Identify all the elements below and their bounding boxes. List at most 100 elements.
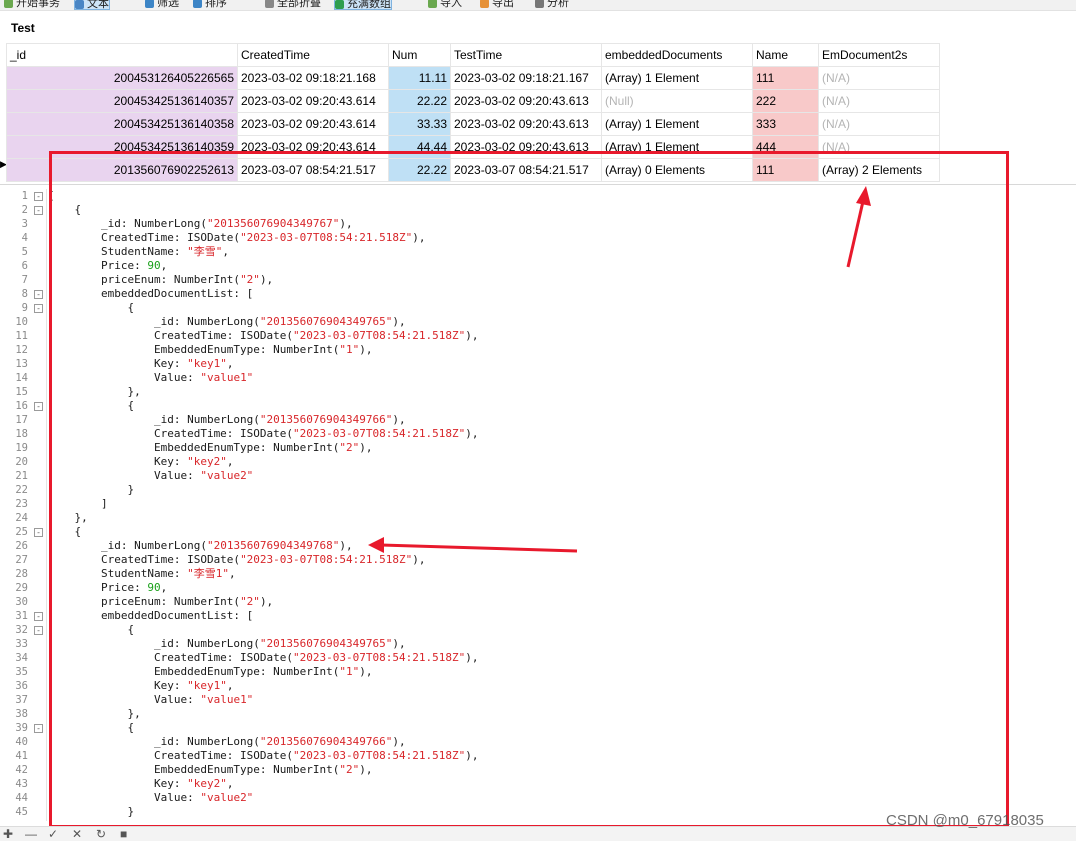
- fold-toggle-icon[interactable]: -: [34, 192, 43, 201]
- column-header-id[interactable]: _id: [6, 43, 238, 67]
- fold-toggle-icon[interactable]: -: [34, 304, 43, 313]
- line-number: 13: [15, 358, 28, 370]
- line-number: 31: [15, 610, 28, 622]
- collection-title: Test: [11, 21, 35, 35]
- line-number: 36: [15, 680, 28, 692]
- line-number: 12: [15, 344, 28, 356]
- line-number: 17: [15, 414, 28, 426]
- fold-toggle-icon[interactable]: -: [34, 402, 43, 411]
- line-number: 32: [15, 624, 28, 636]
- fold-toggle-icon[interactable]: -: [34, 528, 43, 537]
- column-header-name[interactable]: Name: [752, 43, 819, 67]
- cell-num[interactable]: 33.33: [388, 112, 451, 136]
- filter-icon: [145, 0, 154, 8]
- fold-toggle-icon[interactable]: -: [34, 724, 43, 733]
- remove-icon[interactable]: —: [25, 827, 37, 841]
- column-header-num[interactable]: Num: [388, 43, 451, 67]
- cell-emdocument2s[interactable]: (N/A): [818, 66, 940, 90]
- cancel-icon[interactable]: ✕: [72, 827, 82, 841]
- line-number: 1: [21, 190, 28, 202]
- column-header-createdtime[interactable]: CreatedTime: [237, 43, 389, 67]
- line-number: 21: [15, 470, 28, 482]
- line-number: 43: [15, 778, 28, 790]
- toolbar-fill-array[interactable]: 充满数组: [334, 0, 392, 10]
- line-number: 40: [15, 736, 28, 748]
- toolbar-collapse-all[interactable]: 全部折叠: [265, 0, 321, 9]
- toolbar-begin-transaction[interactable]: 开始事务: [4, 0, 60, 9]
- table-row[interactable]: 200453425136140358 2023-03-02 09:20:43.6…: [6, 112, 940, 136]
- line-number: 38: [15, 708, 28, 720]
- export-icon: [480, 0, 489, 8]
- fold-toggle-icon[interactable]: -: [34, 290, 43, 299]
- line-number: 3: [21, 218, 28, 230]
- line-number: 16: [15, 400, 28, 412]
- cell-name[interactable]: 333: [752, 112, 819, 136]
- line-number: 27: [15, 554, 28, 566]
- cell-id[interactable]: 200453425136140357: [6, 89, 238, 113]
- line-number: 29: [15, 582, 28, 594]
- column-header-embeddeddocuments[interactable]: embeddedDocuments: [601, 43, 753, 67]
- import-icon: [428, 0, 437, 8]
- line-number: 42: [15, 764, 28, 776]
- toolbar-filter[interactable]: 筛选: [145, 0, 179, 9]
- cell-testtime[interactable]: 2023-03-02 09:20:43.613: [450, 89, 602, 113]
- line-number: 15: [15, 386, 28, 398]
- toolbar-analyze[interactable]: 分析: [535, 0, 569, 9]
- refresh-icon[interactable]: ↻: [96, 827, 106, 841]
- line-number: 39: [15, 722, 28, 734]
- table-row[interactable]: 200453126405226565 2023-03-02 09:18:21.1…: [6, 66, 940, 90]
- sort-icon: [193, 0, 202, 8]
- line-number: 4: [21, 232, 28, 244]
- fold-toggle-icon[interactable]: -: [34, 612, 43, 621]
- text-icon: [75, 0, 84, 9]
- watermark: CSDN @m0_67918035: [886, 812, 1044, 829]
- toolbar-import[interactable]: 导入: [428, 0, 462, 9]
- line-number: 41: [15, 750, 28, 762]
- line-number: 37: [15, 694, 28, 706]
- line-number: 14: [15, 372, 28, 384]
- line-number: 11: [15, 330, 28, 342]
- toolbar-text-view[interactable]: 文本: [74, 0, 110, 10]
- cell-name[interactable]: 222: [752, 89, 819, 113]
- line-number: 34: [15, 652, 28, 664]
- line-number: 9: [21, 302, 28, 314]
- line-number: 26: [15, 540, 28, 552]
- cell-embeddeddocuments[interactable]: (Null): [601, 89, 753, 113]
- fold-toggle-icon[interactable]: -: [34, 206, 43, 215]
- cell-embeddeddocuments[interactable]: (Array) 1 Element: [601, 112, 753, 136]
- line-number: 6: [21, 260, 28, 272]
- line-number: 19: [15, 442, 28, 454]
- transaction-icon: [4, 0, 13, 8]
- line-number: 44: [15, 792, 28, 804]
- cell-createdtime[interactable]: 2023-03-02 09:20:43.614: [237, 112, 389, 136]
- cell-num[interactable]: 11.11: [388, 66, 451, 90]
- cell-testtime[interactable]: 2023-03-02 09:18:21.167: [450, 66, 602, 90]
- cell-testtime[interactable]: 2023-03-02 09:20:43.613: [450, 112, 602, 136]
- toolbar-export[interactable]: 导出: [480, 0, 514, 9]
- grid-header-row: _id CreatedTime Num TestTime embeddedDoc…: [6, 43, 940, 67]
- cell-emdocument2s[interactable]: (N/A): [818, 112, 940, 136]
- check-icon[interactable]: ✓: [48, 827, 58, 841]
- table-row[interactable]: 200453425136140357 2023-03-02 09:20:43.6…: [6, 89, 940, 113]
- line-number: 33: [15, 638, 28, 650]
- cell-id[interactable]: 200453126405226565: [6, 66, 238, 90]
- toolbar-sort[interactable]: 排序: [193, 0, 227, 9]
- array-icon: [335, 0, 344, 9]
- cell-createdtime[interactable]: 2023-03-02 09:20:43.614: [237, 89, 389, 113]
- cell-num[interactable]: 22.22: [388, 89, 451, 113]
- add-icon[interactable]: ✚: [3, 827, 13, 841]
- cell-name[interactable]: 111: [752, 66, 819, 90]
- line-number: 24: [15, 512, 28, 524]
- stop-icon[interactable]: ■: [120, 827, 127, 841]
- line-number: 30: [15, 596, 28, 608]
- column-header-testtime[interactable]: TestTime: [450, 43, 602, 67]
- cell-emdocument2s[interactable]: (N/A): [818, 89, 940, 113]
- fold-toggle-icon[interactable]: -: [34, 626, 43, 635]
- cell-embeddeddocuments[interactable]: (Array) 1 Element: [601, 66, 753, 90]
- column-header-emdocument2s[interactable]: EmDocument2s: [818, 43, 940, 67]
- line-number: 5: [21, 246, 28, 258]
- line-number: 45: [15, 806, 28, 818]
- cell-id[interactable]: 200453425136140358: [6, 112, 238, 136]
- cell-createdtime[interactable]: 2023-03-02 09:18:21.168: [237, 66, 389, 90]
- line-number: 18: [15, 428, 28, 440]
